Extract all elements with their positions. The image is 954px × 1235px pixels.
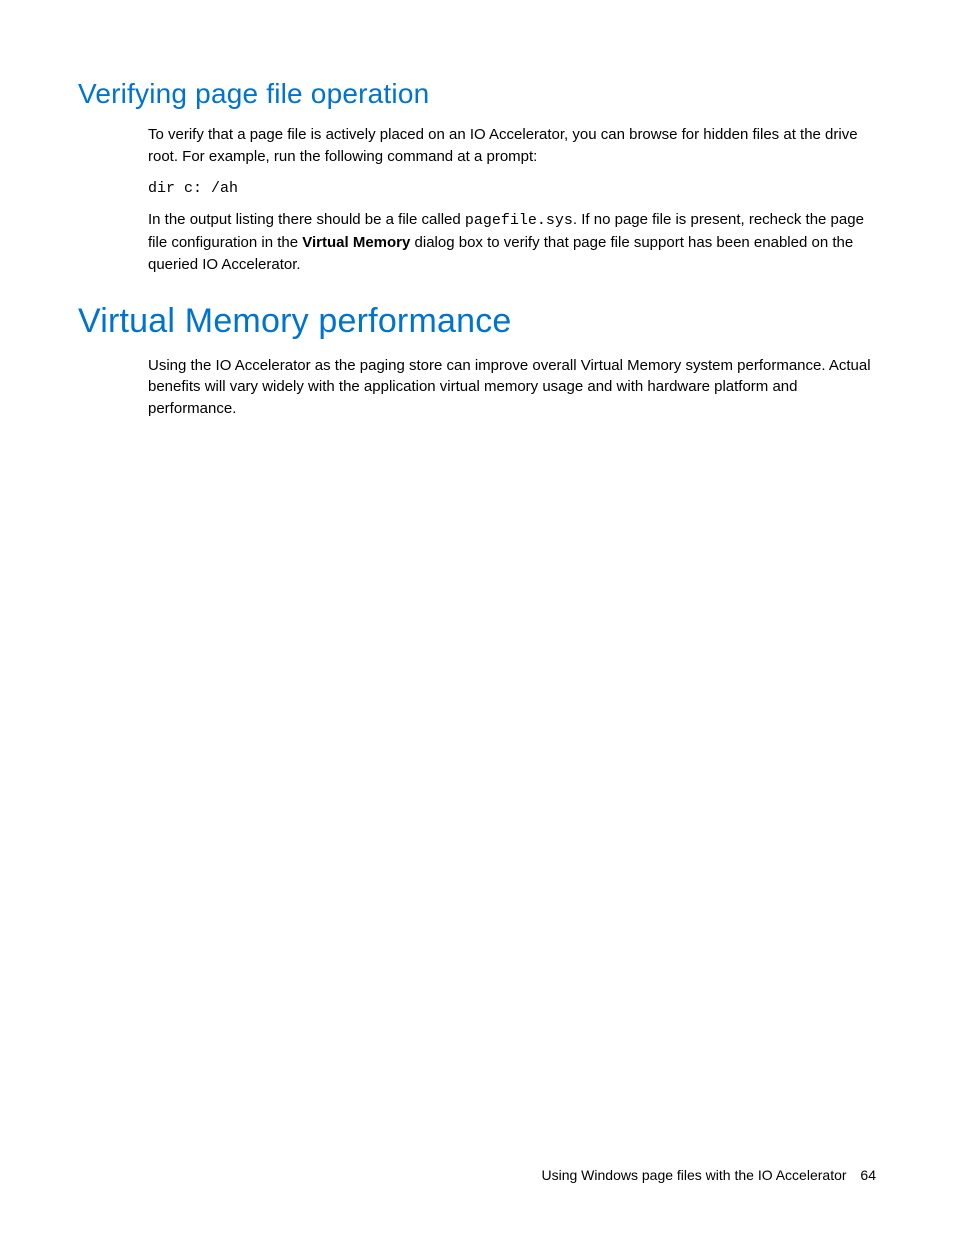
section2-body: Using the IO Accelerator as the paging s… bbox=[148, 355, 876, 420]
section-heading-virtual-memory-performance: Virtual Memory performance bbox=[78, 302, 876, 341]
section1-code-block: dir c: /ah bbox=[148, 178, 876, 200]
section1-paragraph-2: In the output listing there should be a … bbox=[148, 209, 876, 275]
section2-paragraph-1: Using the IO Accelerator as the paging s… bbox=[148, 355, 876, 420]
text-run: In the output listing there should be a … bbox=[148, 211, 465, 228]
document-page: Verifying page file operation To verify … bbox=[0, 0, 954, 1235]
section1-paragraph-1: To verify that a page file is actively p… bbox=[148, 124, 876, 168]
inline-code-pagefile: pagefile.sys bbox=[465, 212, 573, 229]
bold-virtual-memory: Virtual Memory bbox=[302, 234, 410, 251]
section-heading-verifying: Verifying page file operation bbox=[78, 78, 876, 110]
footer-title: Using Windows page files with the IO Acc… bbox=[542, 1167, 847, 1183]
section1-body: To verify that a page file is actively p… bbox=[148, 124, 876, 276]
page-footer: Using Windows page files with the IO Acc… bbox=[542, 1167, 877, 1183]
footer-page-number: 64 bbox=[860, 1167, 876, 1183]
